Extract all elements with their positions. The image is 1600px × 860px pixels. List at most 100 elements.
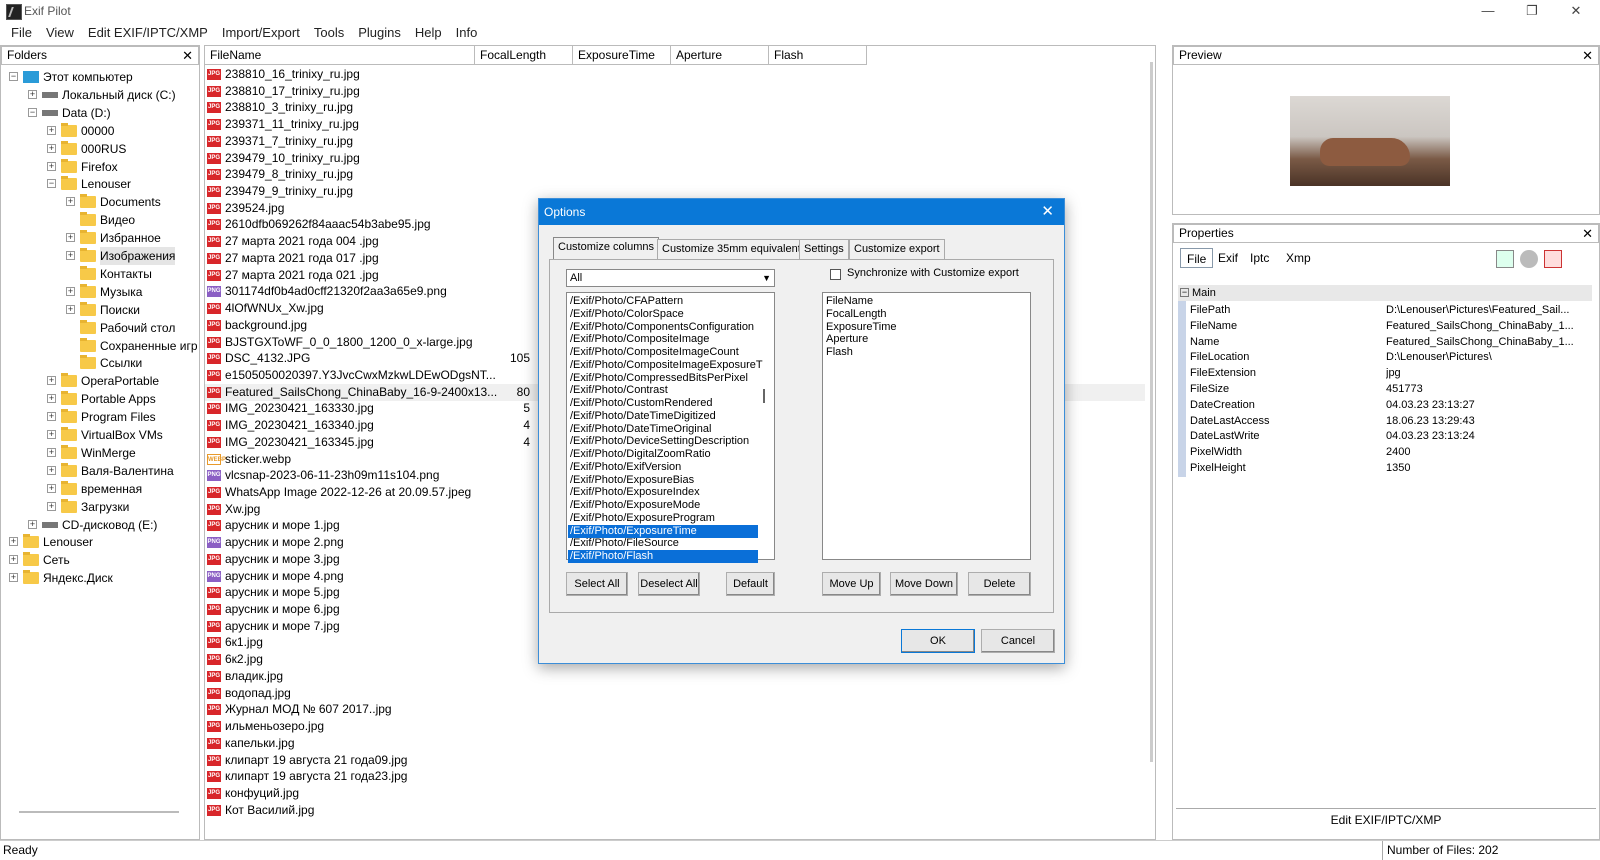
tree-item[interactable]: + Избранное <box>1 229 197 247</box>
available-field-item[interactable]: /Exif/Photo/ExposureMode <box>570 499 700 512</box>
tree-item[interactable]: + Program Files <box>1 408 197 426</box>
tree-item[interactable]: + Изображения <box>1 247 197 265</box>
available-field-item[interactable]: /Exif/Photo/CustomRendered <box>570 397 712 410</box>
filter-dropdown[interactable]: All ▼ <box>566 269 775 287</box>
column-header-exposuretime[interactable]: ExposureTime <box>573 46 671 65</box>
property-row[interactable]: PixelHeight 1350 <box>1186 460 1600 476</box>
tree-item[interactable]: +00000 <box>1 122 197 140</box>
available-field-item[interactable]: /Exif/Photo/ColorSpace <box>570 308 684 321</box>
prop-tab-iptc[interactable]: Iptc <box>1244 248 1275 268</box>
available-field-item[interactable]: /Exif/Photo/CompressedBitsPerPixel <box>570 372 748 385</box>
expand-icon[interactable]: + <box>28 519 37 529</box>
edit-exif-button[interactable]: Edit EXIF/IPTC/XMP <box>1176 808 1596 830</box>
selected-column-item[interactable]: Aperture <box>826 333 868 346</box>
expand-icon[interactable]: + <box>47 394 56 404</box>
property-row[interactable]: FileLocation D:\Lenouser\Pictures\ <box>1186 349 1600 365</box>
expand-icon[interactable]: + <box>47 465 56 475</box>
menu-edit-exif[interactable]: Edit EXIF/IPTC/XMP <box>81 24 215 44</box>
expand-icon[interactable]: + <box>47 125 56 135</box>
tree-item[interactable]: Рабочий стол <box>1 319 197 337</box>
tree-item[interactable]: + Поиски <box>1 301 197 319</box>
expand-icon[interactable]: + <box>66 233 75 243</box>
menu-help[interactable]: Help <box>408 24 449 44</box>
file-row[interactable]: JPG 238810_17_trinixy_ru.jpg <box>205 83 1145 100</box>
file-list-scrollbar[interactable] <box>1150 62 1153 762</box>
property-row[interactable]: FilePath D:\Lenouser\Pictures\Featured_Sa… <box>1186 302 1600 318</box>
file-row[interactable]: JPG Кот Василий.jpg <box>205 802 1145 819</box>
file-row[interactable]: JPG конфуций.jpg <box>205 785 1145 802</box>
expand-icon[interactable]: + <box>66 304 75 314</box>
file-row[interactable]: JPG 238810_3_trinixy_ru.jpg <box>205 99 1145 116</box>
list-scrollbar-thumb[interactable] <box>763 389 765 403</box>
available-field-item[interactable]: /Exif/Photo/CompositeImageCount <box>570 346 739 359</box>
column-header-filename[interactable]: FileName <box>205 46 475 65</box>
close-properties-icon[interactable]: ✕ <box>1582 225 1593 242</box>
selected-column-item[interactable]: ExposureTime <box>826 321 897 334</box>
available-field-item[interactable]: /Exif/Photo/ExifVersion <box>570 461 681 474</box>
file-row[interactable]: JPG Журнал МОД № 607 2017..jpg <box>205 701 1145 718</box>
tree-item[interactable]: Видео <box>1 211 197 229</box>
prop-tab-xmp[interactable]: Xmp <box>1280 248 1317 268</box>
file-row[interactable]: JPG владик.jpg <box>205 668 1145 685</box>
property-row[interactable]: Name Featured_SailsChong_ChinaBaby_1... <box>1186 334 1600 350</box>
selected-column-item[interactable]: FocalLength <box>826 308 887 321</box>
file-row[interactable]: JPG ильменьозеро.jpg <box>205 718 1145 735</box>
menu-info[interactable]: Info <box>449 24 485 44</box>
tree-item[interactable]: + Локальный диск (C:) <box>1 86 197 104</box>
available-field-item[interactable]: /Exif/Photo/DigitalZoomRatio <box>570 448 711 461</box>
collapse-icon[interactable]: − <box>47 179 56 189</box>
deselect-all-button[interactable]: Deselect All <box>638 572 700 596</box>
tree-item[interactable]: + Загрузки <box>1 498 197 516</box>
available-field-item[interactable]: /Exif/Photo/DateTimeOriginal <box>570 423 711 436</box>
prop-tab-file[interactable]: File <box>1180 248 1214 268</box>
available-field-item[interactable]: /Exif/Photo/ExposureIndex <box>570 486 700 499</box>
available-field-item[interactable]: /Exif/Photo/ExposureProgram <box>570 512 715 525</box>
file-row[interactable]: JPG капельки.jpg <box>205 735 1145 752</box>
file-row[interactable]: JPG клипарт 19 августа 21 года09.jpg <box>205 752 1145 769</box>
folders-hscrollbar[interactable] <box>19 811 179 813</box>
property-row[interactable]: DateCreation 04.03.23 23:13:27 <box>1186 397 1600 413</box>
move-up-button[interactable]: Move Up <box>822 572 881 596</box>
calendar-icon[interactable] <box>1544 250 1562 268</box>
minimize-button[interactable]: — <box>1466 0 1510 24</box>
select-all-button[interactable]: Select All <box>566 572 628 596</box>
expand-icon[interactable]: + <box>47 447 56 457</box>
file-row[interactable]: JPG 239479_8_trinixy_ru.jpg <box>205 166 1145 183</box>
sync-checkbox[interactable] <box>830 269 841 280</box>
selected-column-item[interactable]: Flash <box>826 346 853 359</box>
tree-item[interactable]: + Portable Apps <box>1 390 197 408</box>
tab-settings[interactable]: Settings <box>799 239 849 259</box>
tree-item[interactable]: +000RUS <box>1 140 197 158</box>
property-row[interactable]: PixelWidth 2400 <box>1186 444 1600 460</box>
tree-item[interactable]: − Data (D:) <box>1 104 197 122</box>
file-row[interactable]: JPG клипарт 19 августа 21 года23.jpg <box>205 768 1145 785</box>
expand-icon[interactable]: + <box>47 161 56 171</box>
file-row[interactable]: JPG 239371_7_trinixy_ru.jpg <box>205 133 1145 150</box>
dialog-close-icon[interactable]: ✕ <box>1041 199 1054 225</box>
available-field-item[interactable]: /Exif/Photo/DateTimeDigitized <box>570 410 716 423</box>
prop-group-main[interactable]: − Main <box>1178 285 1592 301</box>
expand-icon[interactable]: + <box>47 501 56 511</box>
property-row[interactable]: DateLastWrite 04.03.23 23:13:24 <box>1186 428 1600 444</box>
tree-item[interactable]: − Этот компьютер <box>1 68 197 86</box>
delete-button[interactable]: Delete <box>968 572 1031 596</box>
expand-icon[interactable]: + <box>47 376 56 386</box>
collapse-icon[interactable]: − <box>28 107 37 117</box>
selected-column-item[interactable]: FileName <box>826 295 873 308</box>
tree-item[interactable]: + VirtualBox VMs <box>1 426 197 444</box>
available-field-item[interactable]: /Exif/Photo/CFAPattern <box>570 295 683 308</box>
available-field-item[interactable]: /Exif/Photo/ExposureBias <box>570 474 694 487</box>
menu-plugins[interactable]: Plugins <box>351 24 408 44</box>
ok-button[interactable]: OK <box>901 629 975 653</box>
file-row[interactable]: JPG водопад.jpg <box>205 685 1145 702</box>
expand-icon[interactable]: + <box>47 483 56 493</box>
close-window-button[interactable]: ✕ <box>1554 0 1598 24</box>
menu-import-export[interactable]: Import/Export <box>215 24 307 44</box>
property-row[interactable]: FileSize 451773 <box>1186 381 1600 397</box>
menu-tools[interactable]: Tools <box>307 24 351 44</box>
maximize-button[interactable]: ❐ <box>1510 0 1554 24</box>
expand-icon[interactable]: + <box>47 412 56 422</box>
cancel-button[interactable]: Cancel <box>981 629 1055 653</box>
tab-customize-columns[interactable]: Customize columns <box>553 237 659 259</box>
available-field-item[interactable]: /Exif/Photo/FileSource <box>570 537 679 550</box>
